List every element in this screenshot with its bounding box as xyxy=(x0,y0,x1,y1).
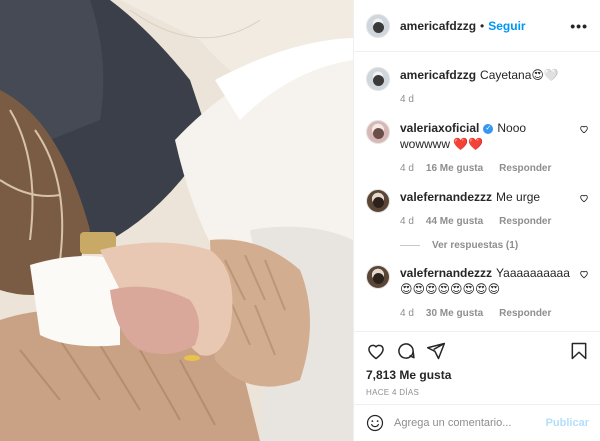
more-options-icon[interactable]: ••• xyxy=(570,18,588,34)
comment-likes[interactable]: 44 Me gusta xyxy=(426,214,483,230)
comment-username[interactable]: valeriaxoficial xyxy=(400,121,479,135)
avatar[interactable] xyxy=(366,67,390,91)
caption: americafdzzg Cayetana😍🤍 4 d xyxy=(366,67,589,108)
comment-age[interactable]: 4 d xyxy=(400,161,414,177)
heart-icon[interactable] xyxy=(579,124,589,134)
post-actions: 7,813 Me gusta HACE 4 DÍAS xyxy=(354,331,600,397)
comments-list[interactable]: americafdzzg Cayetana😍🤍 4 d valeriaxofici… xyxy=(354,53,600,330)
comment-likes[interactable]: 30 Me gusta xyxy=(426,306,483,322)
post-header: americafdzzg • Seguir ••• xyxy=(354,0,600,52)
comment-likes[interactable]: 16 Me gusta xyxy=(426,161,483,177)
avatar[interactable] xyxy=(366,120,390,144)
share-icon[interactable] xyxy=(426,341,446,361)
avatar[interactable] xyxy=(366,265,390,289)
view-replies-button[interactable]: Ver respuestas (1) xyxy=(400,240,589,251)
caption-text: Cayetana😍🤍 xyxy=(480,68,559,82)
author-username[interactable]: americafdzzg xyxy=(400,19,476,33)
emoji-icon[interactable] xyxy=(366,414,384,432)
post-side-panel: americafdzzg • Seguir ••• americafdzzg Ca… xyxy=(353,0,600,441)
comment-username[interactable]: valefernandezzz xyxy=(400,266,492,280)
likes-count[interactable]: 7,813 Me gusta xyxy=(366,368,589,382)
comment-item: valeriaxoficial ✓ Nooo wowwww ❤️❤️ 4 d 16 … xyxy=(366,120,589,177)
reply-button[interactable]: Responder xyxy=(499,306,551,322)
comment-username[interactable]: valefernandezzz xyxy=(400,190,492,204)
verified-badge-icon: ✓ xyxy=(483,123,494,134)
baby-hand-photo xyxy=(0,0,353,441)
view-replies-label[interactable]: Ver respuestas (1) xyxy=(432,240,518,251)
caption-username[interactable]: americafdzzg xyxy=(400,68,476,82)
avatar[interactable] xyxy=(366,13,390,38)
post-photo[interactable] xyxy=(0,0,353,441)
replies-divider xyxy=(400,245,420,246)
like-heart-icon[interactable] xyxy=(366,341,386,361)
comment-input[interactable] xyxy=(394,417,546,429)
reply-button[interactable]: Responder xyxy=(499,214,551,230)
heart-icon[interactable] xyxy=(579,269,589,279)
caption-age[interactable]: 4 d xyxy=(400,92,414,108)
comment-age[interactable]: 4 d xyxy=(400,306,414,322)
follow-button[interactable]: Seguir xyxy=(488,19,525,33)
separator-dot: • xyxy=(480,18,485,33)
comment-text: Me urge xyxy=(496,190,541,204)
reply-button[interactable]: Responder xyxy=(499,161,551,177)
publish-button[interactable]: Publicar xyxy=(546,417,589,429)
comment-icon[interactable] xyxy=(396,341,416,361)
comment-item: valefernandezzz Yaaaaaaaaaa😍😍😍😍😍😍😍😍 4 d 3… xyxy=(366,265,589,322)
bookmark-icon[interactable] xyxy=(569,341,589,361)
heart-icon[interactable] xyxy=(579,193,589,203)
avatar[interactable] xyxy=(366,189,390,213)
comment-item: valefernandezzz Me urge 4 d 44 Me gusta R… xyxy=(366,189,589,230)
post-timestamp[interactable]: HACE 4 DÍAS xyxy=(366,388,589,397)
add-comment-bar: Publicar xyxy=(354,404,600,441)
comment-age[interactable]: 4 d xyxy=(400,214,414,230)
